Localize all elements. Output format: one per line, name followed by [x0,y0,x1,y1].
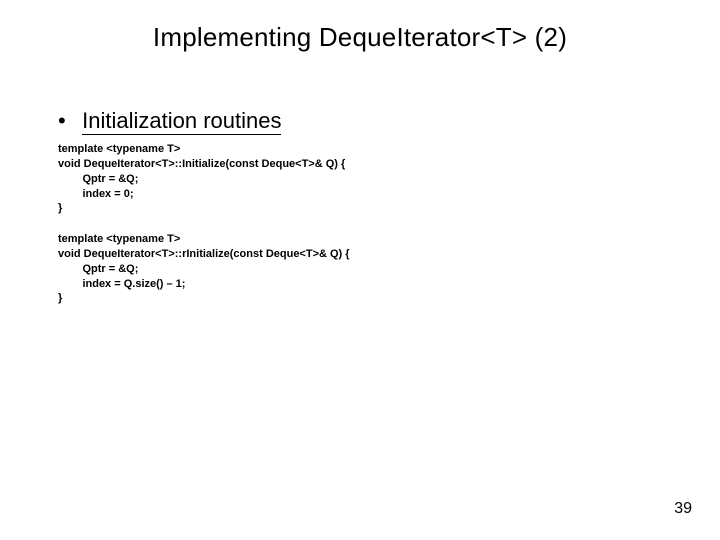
code-block-2: template <typename T> void DequeIterator… [58,232,350,306]
code-line: template <typename T> [58,233,180,245]
code-line: template <typename T> [58,143,180,155]
code-line: Qptr = &Q; [58,263,138,275]
code-block-1: template <typename T> void DequeIterator… [58,142,345,216]
bullet-text: Initialization routines [82,108,281,135]
bullet-marker: • [58,108,76,134]
page-number: 39 [674,500,692,518]
slide-title: Implementing DequeIterator<T> (2) [0,22,720,53]
code-line: } [58,202,62,214]
code-line: void DequeIterator<T>::Initialize(const … [58,158,345,170]
code-line: void DequeIterator<T>::rInitialize(const… [58,248,350,260]
code-line: index = Q.size() – 1; [58,278,185,290]
code-line: Qptr = &Q; [58,173,138,185]
code-line: index = 0; [58,188,134,200]
bullet-item: • Initialization routines [58,108,281,134]
code-line: } [58,292,62,304]
slide: Implementing DequeIterator<T> (2) • Init… [0,0,720,540]
